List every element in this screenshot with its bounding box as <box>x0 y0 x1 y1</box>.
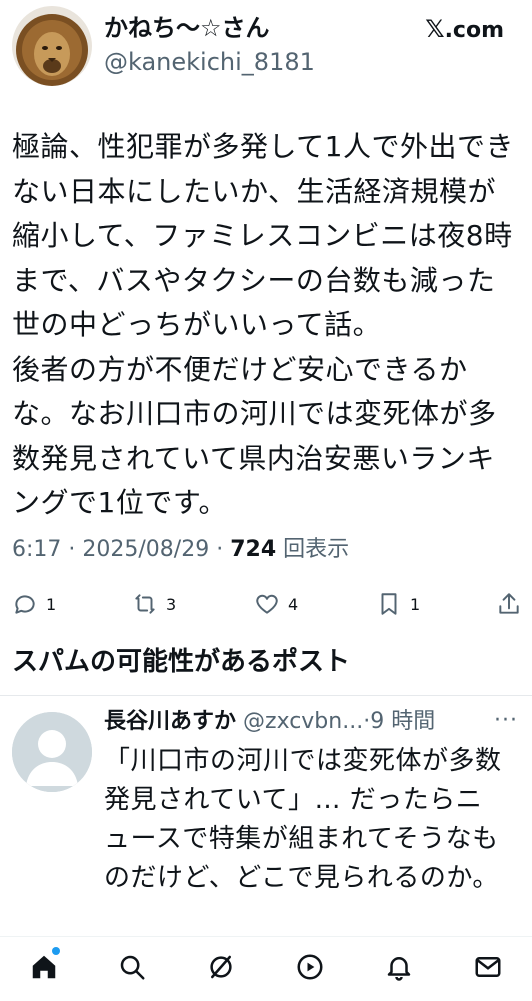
author-handle[interactable]: @kanekichi_8181 <box>104 46 315 78</box>
reply-avatar[interactable] <box>12 712 92 792</box>
share-icon <box>499 593 519 614</box>
repost-icon <box>135 594 155 614</box>
home-icon <box>32 955 56 979</box>
repost-button[interactable]: 3 <box>132 586 176 622</box>
tab-home[interactable] <box>22 945 66 989</box>
author-display-name[interactable]: かねち〜☆さん <box>104 12 270 44</box>
post-paragraph: 後者の方が不便だけど安心できるかな。なお川口市の河川では変死体が多数発見されてい… <box>12 352 497 520</box>
reply-text: 「川口市の河川では変死体が多数発見されていて」… だったらニュースで特集が組まれ… <box>104 746 502 893</box>
like-count: 4 <box>288 594 299 614</box>
post-meta: 6:17 · 2025/08/29 · 724 回表示 <box>12 532 349 568</box>
author-avatar[interactable] <box>12 6 92 86</box>
tab-grok[interactable] <box>199 945 243 989</box>
post-text: 極論、性犯罪が多発して1人で外出できない日本にしたいか、生活経済規模が縮小して、… <box>12 125 522 526</box>
default-avatar-icon <box>12 712 92 792</box>
post-time[interactable]: 6:17 <box>12 537 61 562</box>
reply-header: 長谷川あすか @zxcvbn...·9 時間 <box>104 706 435 738</box>
search-icon <box>120 955 145 980</box>
meta-separator: · <box>216 537 224 562</box>
tab-video[interactable] <box>288 945 332 989</box>
post-paragraph: 極論、性犯罪が多発して1人で外出できない日本にしたいか、生活経済規模が縮小して、… <box>12 130 514 341</box>
bottom-tab-bar <box>0 936 532 1001</box>
heart-icon <box>256 594 278 614</box>
tab-notifications[interactable] <box>377 945 421 989</box>
views-count[interactable]: 724 <box>230 537 276 562</box>
reply-time[interactable]: 9 時間 <box>370 709 435 734</box>
post-date[interactable]: 2025/08/29 <box>82 537 209 562</box>
views-label[interactable]: 回表示 <box>283 537 349 562</box>
bookmark-button[interactable]: 1 <box>376 586 420 622</box>
repost-count: 3 <box>166 594 177 614</box>
post-header: かねち〜☆さん @kanekichi_8181 𝕏.com <box>0 0 532 100</box>
video-icon <box>297 954 323 980</box>
messages-icon <box>475 957 501 977</box>
notifications-icon <box>387 957 411 981</box>
notification-dot <box>52 947 60 955</box>
lion-avatar-image <box>12 6 92 86</box>
post-actions: 1 3 4 1 <box>0 586 532 622</box>
x-brand: 𝕏.com <box>425 14 504 46</box>
share-button[interactable] <box>496 586 522 622</box>
bookmark-count: 1 <box>410 594 421 614</box>
more-options-icon[interactable]: ··· <box>494 708 518 733</box>
reply-button[interactable]: 1 <box>12 586 56 622</box>
reply-icon <box>15 595 35 614</box>
bookmark-icon <box>381 593 397 615</box>
tab-messages[interactable] <box>466 945 510 989</box>
spam-section-heading: スパムの可能性があるポスト <box>12 647 351 677</box>
brand-label: .com <box>444 18 504 43</box>
reply-handle[interactable]: @zxcvbn... <box>243 709 363 734</box>
x-logo-icon: 𝕏 <box>425 15 445 43</box>
reply-display-name[interactable]: 長谷川あすか <box>104 709 236 734</box>
reply-post[interactable]: 長谷川あすか @zxcvbn...·9 時間 ··· 「川口市の河川では変死体が… <box>0 696 532 940</box>
like-button[interactable]: 4 <box>254 586 298 622</box>
grok-icon <box>210 955 232 979</box>
meta-separator: · <box>68 537 76 562</box>
reply-count: 1 <box>46 594 57 614</box>
tab-search[interactable] <box>110 945 154 989</box>
